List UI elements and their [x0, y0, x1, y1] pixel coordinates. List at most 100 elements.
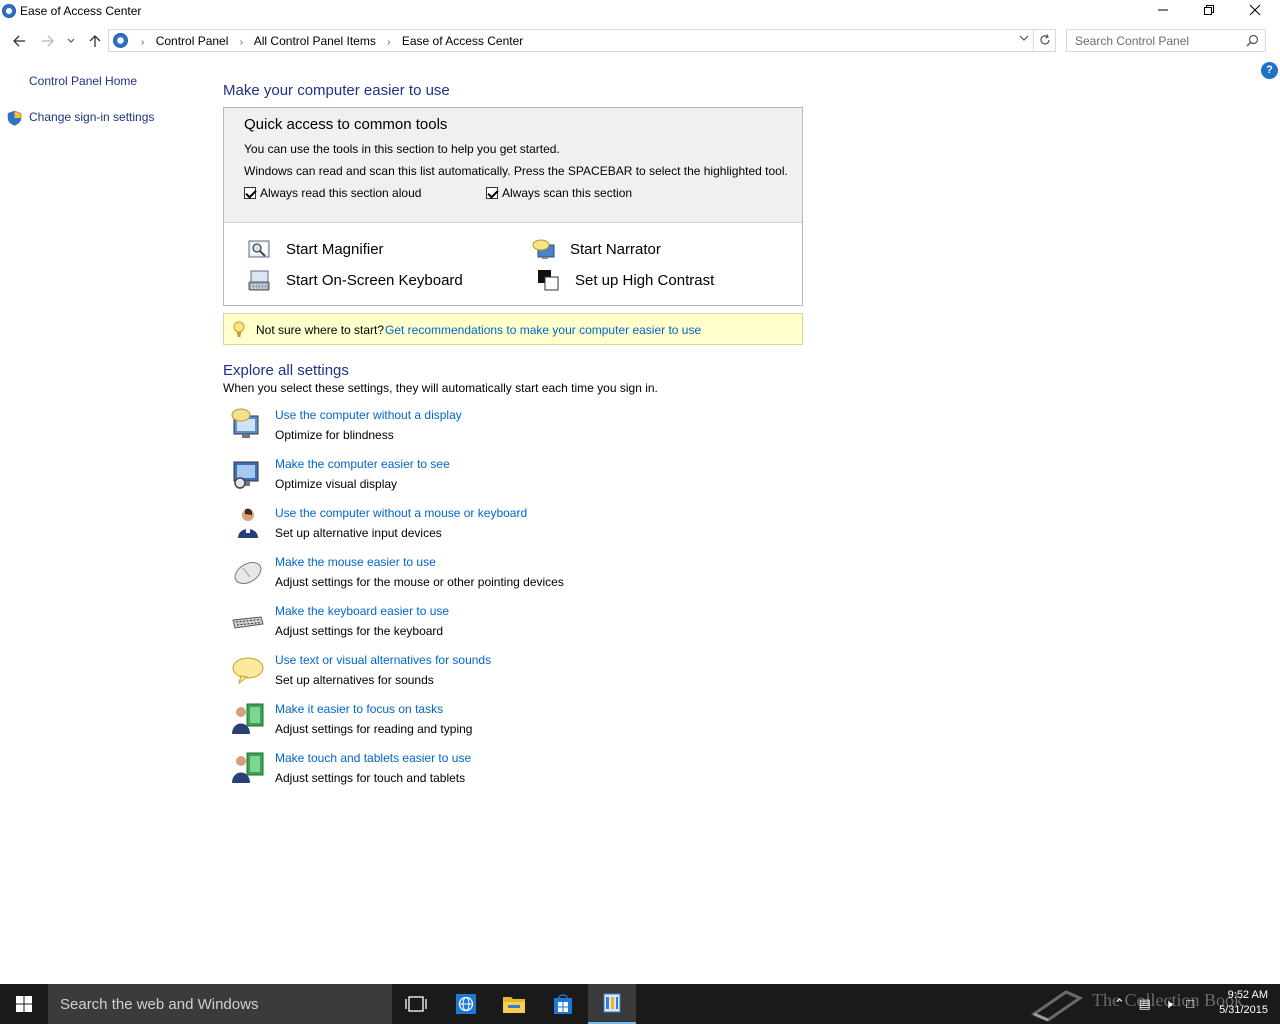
quick-access-panel: Quick access to common tools You can use… — [223, 107, 803, 306]
settings-link[interactable]: Use text or visual alternatives for soun… — [275, 653, 491, 667]
volume-icon[interactable]: 🕨 — [1164, 996, 1172, 1011]
settings-link[interactable]: Make touch and tablets easier to use — [275, 751, 471, 765]
ease-of-access-icon — [2, 4, 16, 18]
list-item[interactable]: Make it easier to focus on tasks Adjust … — [223, 702, 803, 746]
close-button[interactable] — [1232, 0, 1278, 24]
folder-icon — [503, 997, 525, 1013]
breadcrumb-separator[interactable]: › — [387, 37, 390, 48]
breadcrumb-separator[interactable]: › — [141, 37, 144, 48]
restore-button[interactable] — [1186, 0, 1232, 24]
people-touch-icon — [232, 752, 264, 783]
search-icon[interactable] — [1246, 34, 1259, 47]
settings-description: Adjust settings for reading and typing — [275, 722, 473, 736]
high-contrast-icon — [538, 270, 559, 291]
forward-button[interactable] — [37, 30, 59, 52]
window-title: Ease of Access Center — [20, 4, 142, 18]
scan-section-checkbox[interactable]: Always scan this section — [486, 186, 632, 200]
network-icon[interactable]: ▤ — [1139, 996, 1151, 1011]
read-aloud-checkbox[interactable]: Always read this section aloud — [244, 186, 421, 200]
uac-shield-icon — [7, 110, 22, 126]
list-item[interactable]: Make the keyboard easier to use Adjust s… — [223, 604, 803, 648]
windows-logo-icon — [16, 996, 32, 1012]
taskbar-store-button[interactable] — [539, 984, 587, 1024]
search-box[interactable] — [1066, 29, 1266, 52]
help-button[interactable]: ? — [1261, 62, 1278, 79]
up-button[interactable] — [84, 30, 106, 52]
refresh-icon — [1039, 34, 1050, 45]
settings-link[interactable]: Use the computer without a mouse or keyb… — [275, 506, 527, 520]
change-sign-in-settings-link[interactable]: Change sign-in settings — [29, 110, 154, 124]
mouse-icon — [234, 562, 262, 584]
settings-description: Adjust settings for the keyboard — [275, 624, 444, 638]
high-contrast-label: Set up High Contrast — [575, 272, 715, 289]
checkbox-checked-icon — [486, 187, 498, 199]
taskbar-file-explorer-button[interactable] — [490, 984, 538, 1024]
breadcrumb-all-items[interactable]: All Control Panel Items — [254, 34, 376, 48]
show-hidden-icons-button[interactable]: ⌃ — [1114, 996, 1125, 1011]
back-button[interactable] — [8, 30, 30, 52]
task-view-button[interactable] — [392, 984, 440, 1024]
breadcrumb-separator[interactable]: › — [240, 37, 243, 48]
breadcrumb-ease-of-access[interactable]: Ease of Access Center — [402, 34, 523, 48]
recent-locations-button[interactable] — [61, 30, 81, 52]
task-view-icon — [405, 996, 427, 1012]
start-button[interactable] — [0, 984, 48, 1024]
settings-link[interactable]: Use the computer without a display — [275, 408, 462, 422]
checkbox-checked-icon — [244, 187, 256, 199]
taskbar-search-box[interactable]: Search the web and Windows — [48, 984, 392, 1024]
monitor-speech-icon — [231, 408, 259, 438]
minimize-button[interactable] — [1140, 0, 1186, 24]
settings-link[interactable]: Make it easier to focus on tasks — [275, 702, 443, 716]
quick-access-description: You can use the tools in this section to… — [244, 142, 560, 156]
speech-bubble-icon — [232, 657, 264, 685]
settings-description: Adjust settings for the mouse or other p… — [275, 575, 564, 589]
address-bar[interactable]: › Control Panel › All Control Panel Item… — [108, 29, 1034, 52]
settings-description: Set up alternative input devices — [275, 526, 442, 540]
search-input[interactable] — [1067, 30, 1243, 51]
settings-link[interactable]: Make the keyboard easier to use — [275, 604, 449, 618]
keyboard-icon — [232, 616, 264, 629]
recommendation-tip: Not sure where to start? Get recommendat… — [223, 313, 803, 345]
address-dropdown-button[interactable] — [1019, 33, 1029, 46]
settings-description: Optimize for blindness — [275, 428, 394, 442]
control-panel-home-link[interactable]: Control Panel Home — [29, 74, 137, 88]
lightbulb-icon — [233, 321, 245, 337]
start-narrator-label: Start Narrator — [570, 241, 661, 258]
taskbar-control-panel-button[interactable] — [588, 984, 636, 1024]
explore-heading: Explore all settings — [223, 362, 349, 379]
help-icon: ? — [1266, 64, 1273, 76]
control-panel-icon — [603, 993, 621, 1013]
up-arrow-icon — [89, 35, 101, 47]
taskbar-browser-button[interactable] — [442, 984, 490, 1024]
get-recommendations-link[interactable]: Get recommendations to make your compute… — [385, 323, 701, 337]
narrator-icon — [532, 239, 555, 259]
chevron-down-icon — [1019, 35, 1029, 41]
people-focus-icon — [232, 703, 264, 734]
action-center-icon[interactable]: □ — [1186, 996, 1194, 1011]
refresh-button[interactable] — [1034, 29, 1056, 52]
list-item[interactable]: Use the computer without a mouse or keyb… — [223, 506, 803, 550]
control-panel-icon — [113, 33, 128, 48]
list-item[interactable]: Use the computer without a display Optim… — [223, 408, 803, 452]
clock-date: 5/31/2015 — [1219, 1004, 1268, 1016]
keyboard-screen-icon — [248, 270, 270, 291]
settings-description: Adjust settings for touch and tablets — [275, 771, 466, 785]
read-aloud-label: Always read this section aloud — [260, 186, 422, 200]
magnifier-icon — [248, 240, 270, 258]
system-clock[interactable]: 9:52 AM 5/31/2015 — [1208, 988, 1268, 1018]
store-bag-icon — [554, 994, 572, 1014]
breadcrumb: › Control Panel › All Control Panel Item… — [133, 34, 523, 48]
list-item[interactable]: Make the mouse easier to use Adjust sett… — [223, 555, 803, 599]
navigation-bar: › Control Panel › All Control Panel Item… — [0, 28, 1280, 54]
list-item[interactable]: Use text or visual alternatives for soun… — [223, 653, 803, 697]
list-item[interactable]: Make the computer easier to see Optimize… — [223, 457, 803, 501]
settings-link[interactable]: Make the mouse easier to use — [275, 555, 436, 569]
explore-subtitle: When you select these settings, they wil… — [223, 381, 658, 395]
breadcrumb-control-panel[interactable]: Control Panel — [156, 34, 229, 48]
list-item[interactable]: Make touch and tablets easier to use Adj… — [223, 751, 803, 795]
on-screen-keyboard-label: Start On-Screen Keyboard — [286, 272, 463, 289]
system-tray: ⌃ ▤ 🕨 □ — [1114, 996, 1194, 1012]
restore-icon — [1204, 5, 1214, 15]
settings-link[interactable]: Make the computer easier to see — [275, 457, 450, 471]
title-bar: Ease of Access Center — [0, 0, 1280, 24]
